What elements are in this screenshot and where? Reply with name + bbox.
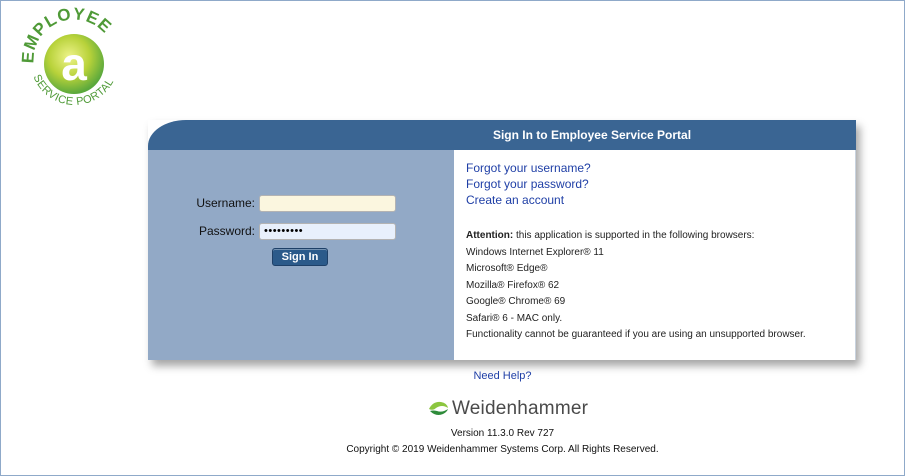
- version-text: Version 11.3.0 Rev 727: [450, 428, 555, 439]
- employee-service-portal-logo: a EMPLOYEE SERVICE PORTAL: [18, 4, 130, 118]
- password-row: Password:: [148, 220, 454, 242]
- signin-panel: Sign In to Employee Service Portal Usern…: [148, 120, 856, 360]
- copyright-text: Copyright © 2019 Weidenhammer Systems Co…: [346, 444, 659, 455]
- username-row: Username:: [148, 192, 454, 214]
- weidenhammer-logo: Weidenhammer: [427, 396, 588, 422]
- brand-name: Weidenhammer: [452, 398, 589, 419]
- account-links: Forgot your username? Forgot your passwo…: [466, 160, 591, 208]
- browser-item: Mozilla® Firefox® 62: [466, 279, 560, 291]
- username-label: Username:: [196, 196, 255, 210]
- attention-label: Attention:: [466, 230, 514, 241]
- attention-text: this application is supported in the fol…: [513, 230, 755, 241]
- need-help-link[interactable]: Need Help?: [50, 370, 905, 382]
- browser-item: Microsoft® Edge®: [466, 263, 548, 274]
- password-input[interactable]: [259, 222, 396, 240]
- signin-form: Username: Password: Sign In: [148, 150, 454, 360]
- panel-title: Sign In to Employee Service Portal: [148, 120, 856, 150]
- create-account-link[interactable]: Create an account: [466, 192, 591, 208]
- forgot-username-link[interactable]: Forgot your username?: [466, 160, 591, 176]
- logo-letter: a: [61, 38, 87, 90]
- attention-line: Attention: this application is supported…: [466, 228, 851, 245]
- forgot-password-link[interactable]: Forgot your password?: [466, 176, 591, 192]
- sign-in-button[interactable]: Sign In: [272, 248, 328, 266]
- username-input[interactable]: [259, 194, 396, 212]
- browser-item: Windows Internet Explorer® 11: [466, 246, 604, 258]
- browser-support-info: Attention: this application is supported…: [466, 228, 851, 344]
- password-label: Password:: [198, 224, 255, 238]
- disclaimer: Functionality cannot be guaranteed if yo…: [466, 329, 806, 340]
- help-info: Forgot your username? Forgot your passwo…: [454, 150, 856, 360]
- leaf-icon: [429, 401, 448, 415]
- browser-item: Google® Chrome® 69: [466, 296, 566, 307]
- logo-graphic: a EMPLOYEE SERVICE PORTAL: [18, 4, 116, 108]
- browser-item: Safari® 6 - MAC only.: [466, 312, 563, 324]
